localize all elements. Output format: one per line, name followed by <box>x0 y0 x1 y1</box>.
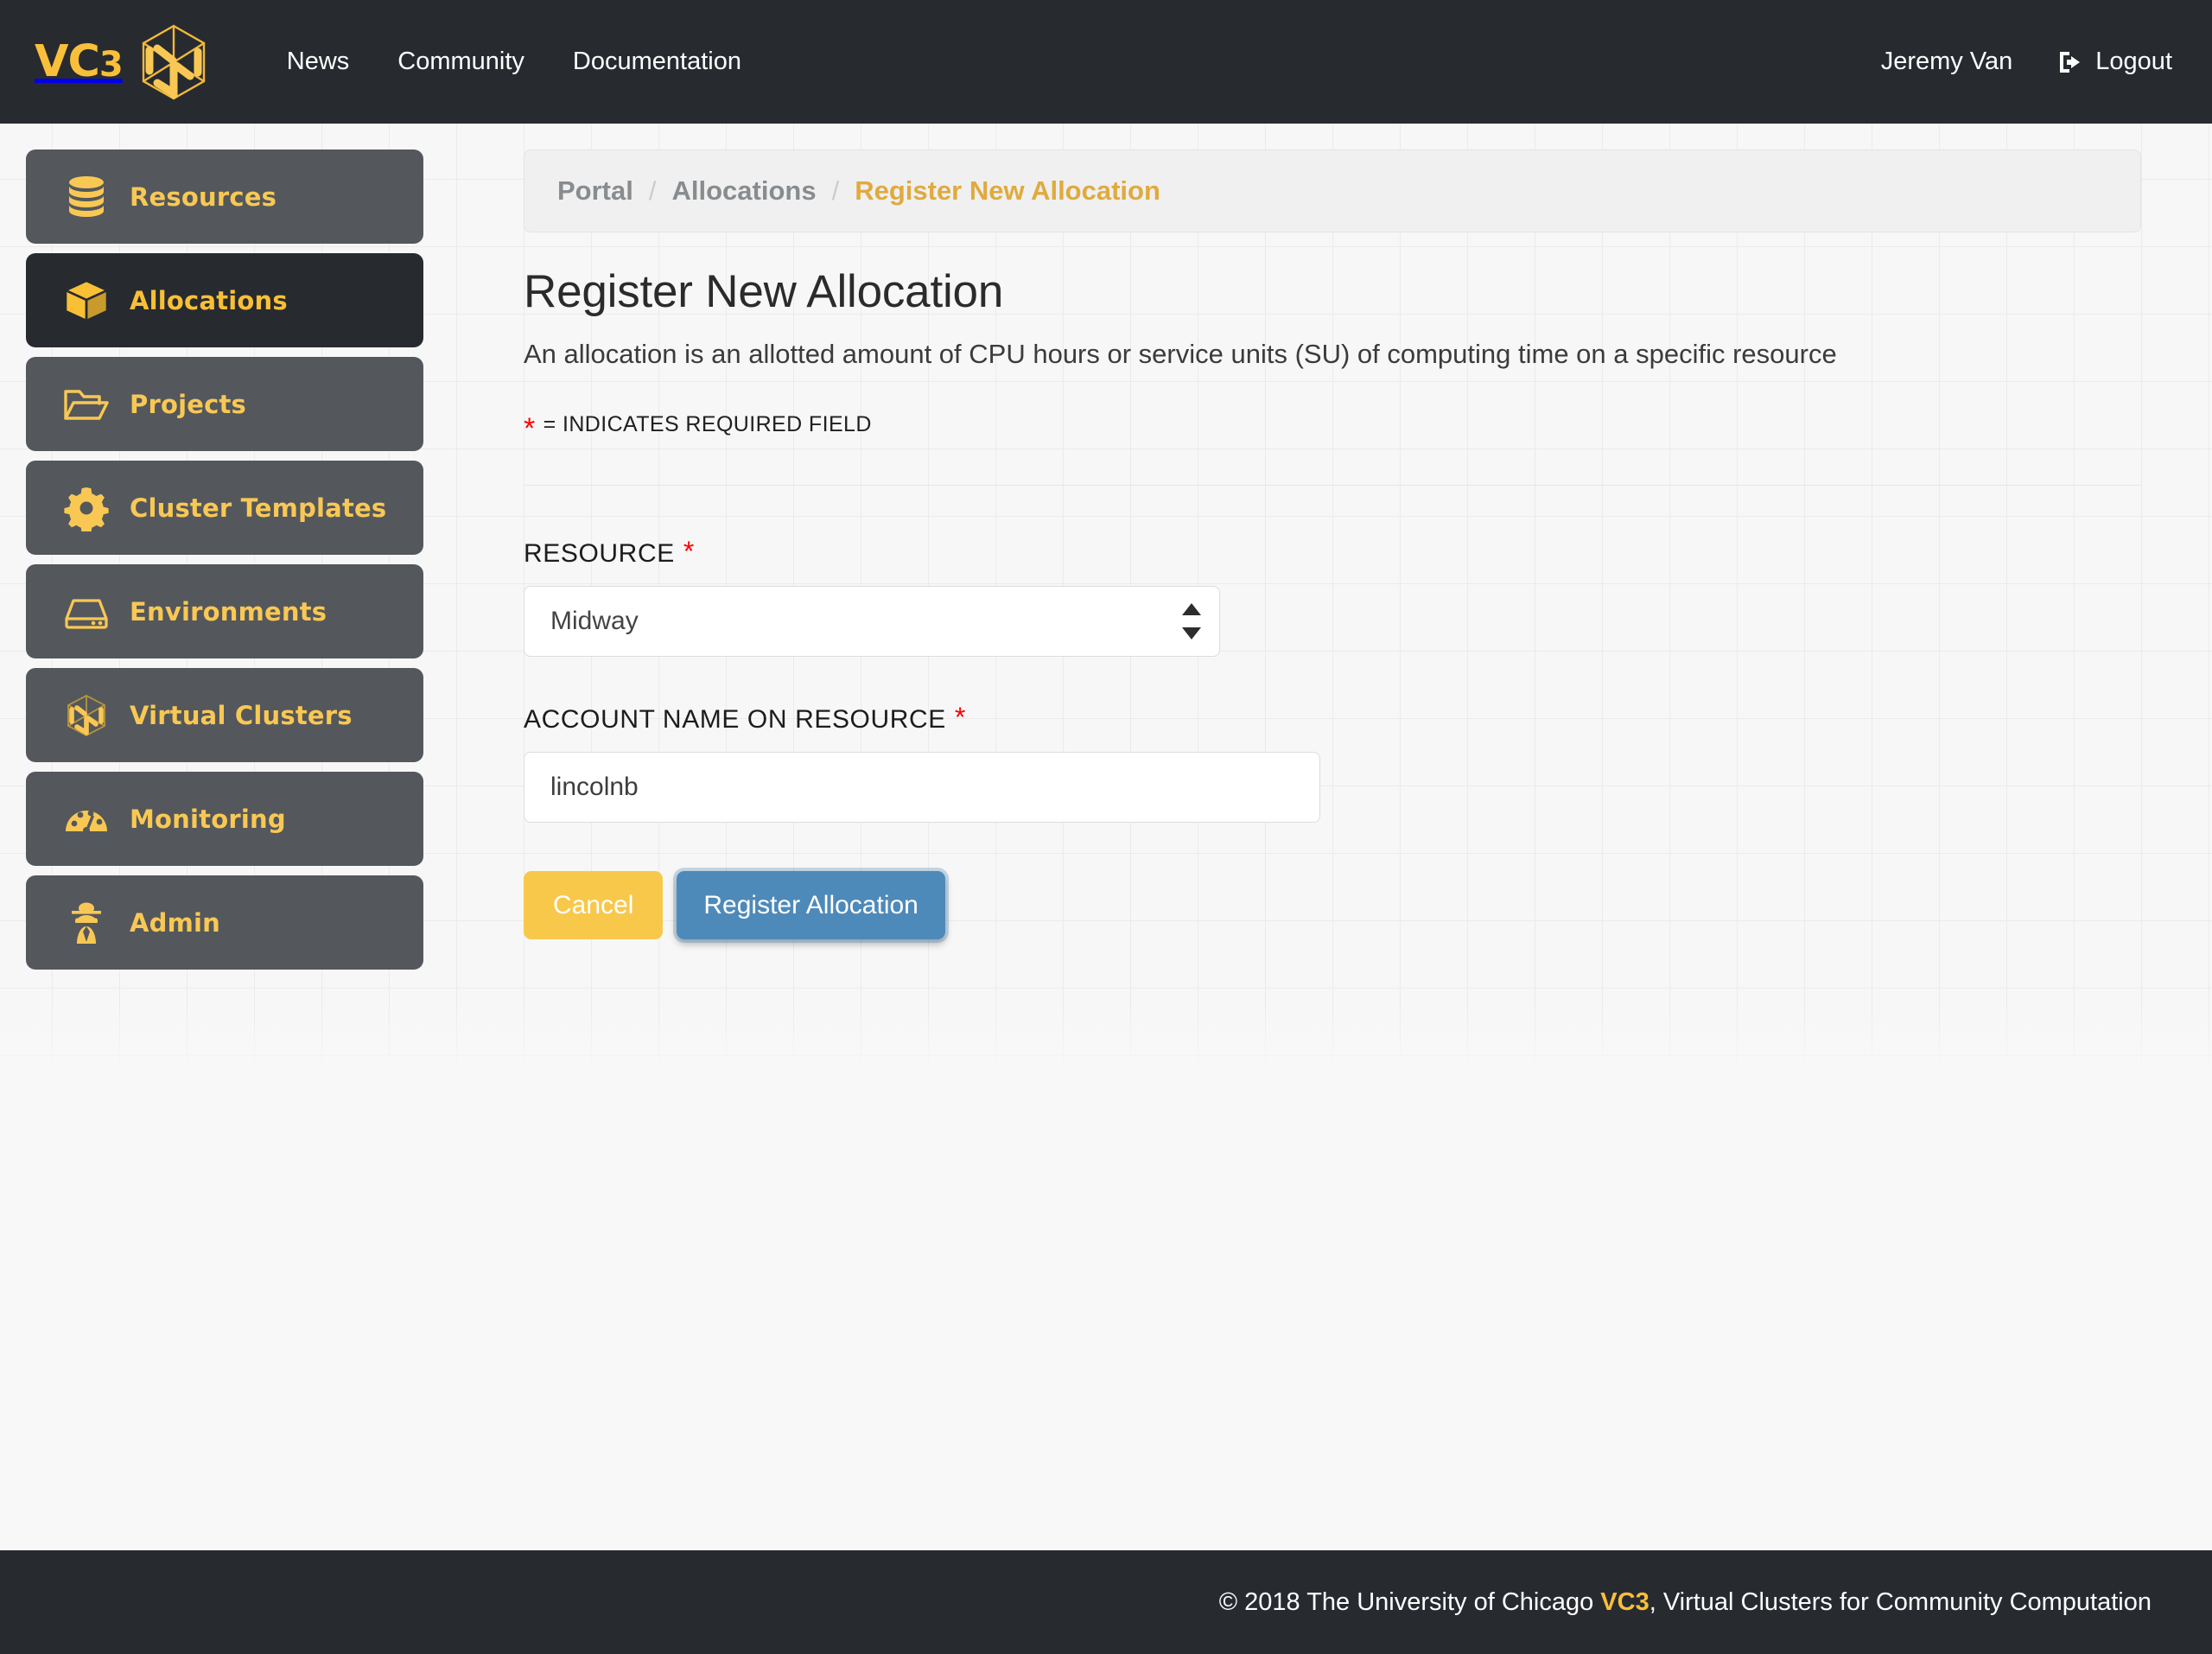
logout-button[interactable]: Logout <box>2038 48 2172 76</box>
footer-copyright: © 2018 The University of Chicago VC3, Vi… <box>1219 1588 2152 1617</box>
footer-prefix: © 2018 The University of Chicago <box>1218 1587 1601 1616</box>
breadcrumb: Portal / Allocations / Register New Allo… <box>524 149 2141 232</box>
sidebar-item-cluster-templates[interactable]: Cluster Templates <box>26 461 423 555</box>
breadcrumb-separator: / <box>831 175 840 206</box>
page-description: An allocation is an allotted amount of C… <box>524 339 1837 370</box>
page-root: VC3 News Community Documentation Jeremy … <box>0 0 2212 1654</box>
sidebar-label: Cluster Templates <box>130 493 387 523</box>
cancel-button[interactable]: Cancel <box>524 871 664 940</box>
account-name-input[interactable] <box>524 752 1320 824</box>
sign-out-icon <box>2057 50 2083 74</box>
sidebar-label: Resources <box>130 181 277 212</box>
breadcrumb-separator: / <box>648 175 657 206</box>
logout-label: Logout <box>2095 48 2172 75</box>
breadcrumb-item-allocations[interactable]: Allocations <box>671 175 816 207</box>
resource-select[interactable]: Midway <box>524 586 1220 658</box>
gauge-icon <box>54 795 119 843</box>
sidebar-label: Environments <box>130 596 327 627</box>
sidebar-label: Admin <box>130 907 221 938</box>
nav-link-community[interactable]: Community <box>373 48 549 76</box>
register-allocation-button[interactable]: Register Allocation <box>677 871 945 940</box>
required-asterisk: * <box>524 412 536 446</box>
footer-vc3: VC3 <box>1600 1587 1649 1616</box>
resource-select-wrapper: Midway <box>524 586 1220 658</box>
sidebar-item-admin[interactable]: Admin <box>26 875 423 970</box>
sidebar-item-projects[interactable]: Projects <box>26 357 423 451</box>
cube-box-icon <box>54 277 119 325</box>
sidebar: Resources Allocations Projects Cluster T… <box>0 124 451 1550</box>
required-field-note: * = INDICATES REQUIRED FIELD <box>524 412 2141 446</box>
sidebar-label: Virtual Clusters <box>130 700 353 730</box>
section-divider <box>524 485 2141 487</box>
top-navbar: VC3 News Community Documentation Jeremy … <box>0 0 2212 124</box>
database-icon <box>54 173 119 221</box>
hexagon-cluster-icon <box>54 691 119 740</box>
sidebar-label: Projects <box>130 389 247 419</box>
hard-drive-icon <box>54 588 119 636</box>
sidebar-item-allocations[interactable]: Allocations <box>26 253 423 347</box>
body-wrapper: Resources Allocations Projects Cluster T… <box>0 124 2212 1550</box>
resource-select-value: Midway <box>550 607 639 636</box>
required-asterisk: * <box>683 536 695 568</box>
account-name-field-label: ACCOUNT NAME ON RESOURCE * <box>524 702 2141 735</box>
page-title: Register New Allocation <box>524 266 1004 317</box>
sidebar-label: Allocations <box>130 285 288 315</box>
spy-detective-icon <box>54 899 119 947</box>
required-asterisk: * <box>954 702 966 734</box>
account-name-label-text: ACCOUNT NAME ON RESOURCE <box>524 705 946 735</box>
breadcrumb-item-portal[interactable]: Portal <box>557 175 633 207</box>
required-note-text: = INDICATES REQUIRED FIELD <box>543 412 872 437</box>
sidebar-label: Monitoring <box>130 804 286 834</box>
footer-suffix: , Virtual Clusters for Community Computa… <box>1649 1587 2152 1616</box>
sidebar-item-environments[interactable]: Environments <box>26 564 423 658</box>
main-content: Portal / Allocations / Register New Allo… <box>451 124 2212 1550</box>
brand-logo-link[interactable]: VC3 <box>35 22 209 102</box>
gear-icon <box>54 485 119 531</box>
vc3-hexagon-logo-icon <box>138 22 209 102</box>
sidebar-item-resources[interactable]: Resources <box>26 149 423 244</box>
resource-field-label: RESOURCE * <box>524 536 2141 569</box>
page-footer: © 2018 The University of Chicago VC3, Vi… <box>0 1550 2212 1654</box>
sidebar-item-virtual-clusters[interactable]: Virtual Clusters <box>26 668 423 762</box>
open-folder-icon <box>54 380 119 429</box>
form-actions: Cancel Register Allocation <box>524 871 2141 940</box>
navbar-right: Jeremy Van Logout <box>1855 48 2172 76</box>
breadcrumb-item-current: Register New Allocation <box>855 175 1160 206</box>
resource-label-text: RESOURCE <box>524 539 675 569</box>
current-user-name: Jeremy Van <box>1880 48 2013 75</box>
nav-link-documentation[interactable]: Documentation <box>549 48 766 76</box>
sidebar-item-monitoring[interactable]: Monitoring <box>26 772 423 866</box>
brand-wordmark: VC3 <box>35 36 124 87</box>
navbar-links: News Community Documentation <box>263 48 766 76</box>
nav-link-news[interactable]: News <box>263 48 374 76</box>
